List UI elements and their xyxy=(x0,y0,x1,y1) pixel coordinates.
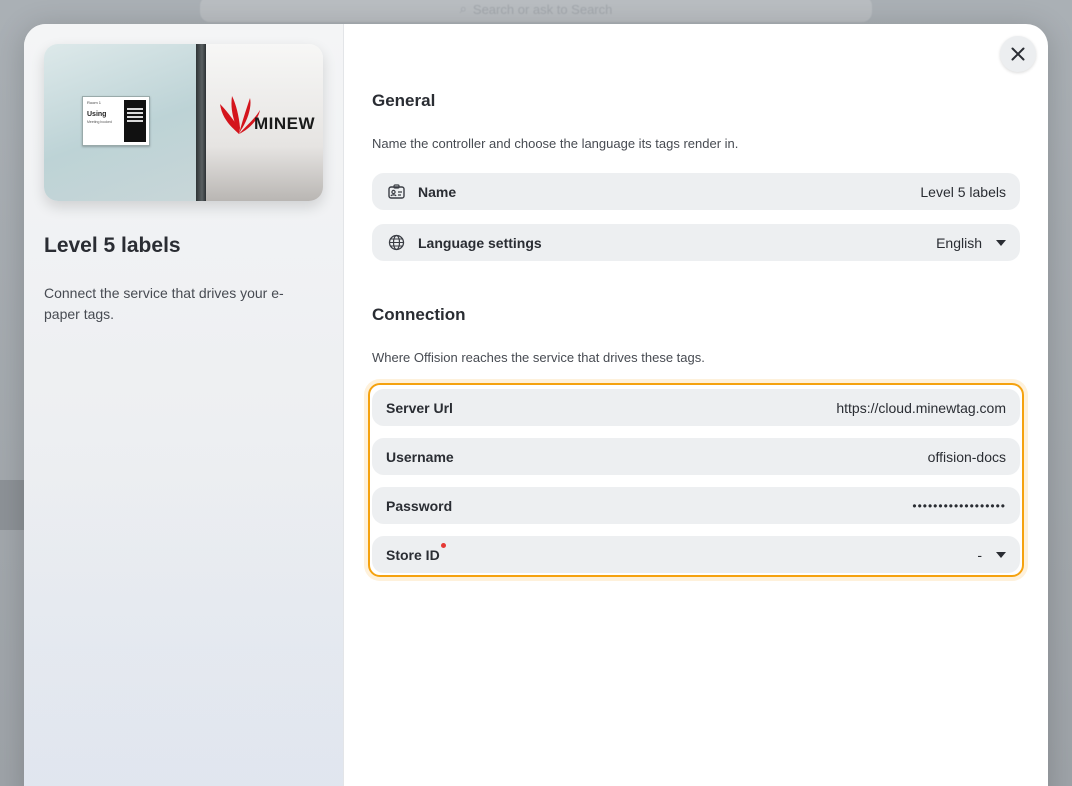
connection-section-description: Where Offision reaches the service that … xyxy=(372,350,705,365)
name-field[interactable]: Name Level 5 labels xyxy=(372,173,1020,210)
modal-main: General Name the controller and choose t… xyxy=(344,24,1048,786)
controller-description: Connect the service that drives your e-p… xyxy=(44,285,284,322)
store-id-select[interactable]: Store ID - xyxy=(372,536,1020,573)
language-value: English xyxy=(936,234,982,251)
search-icon: ⌕ xyxy=(459,1,467,16)
background-search-bar: ⌕ Search or ask to Search xyxy=(200,0,872,22)
language-settings-label: Language settings xyxy=(418,234,542,251)
username-label: Username xyxy=(386,448,454,465)
minew-logo: MINEW xyxy=(216,92,315,136)
store-id-label: Store ID xyxy=(386,546,440,563)
qr-code-icon xyxy=(124,100,146,142)
controller-title: Level 5 labels xyxy=(44,234,181,257)
hero-tag-scene: Room 1 Using Meeting booked xyxy=(44,44,196,201)
e-paper-tag: Room 1 Using Meeting booked xyxy=(82,96,150,146)
password-value[interactable]: •••••••••••••••••• xyxy=(912,499,1006,513)
chevron-down-icon[interactable] xyxy=(996,551,1006,558)
minew-logo-text: MINEW xyxy=(254,114,316,133)
language-settings-select[interactable]: Language settings English xyxy=(372,224,1020,261)
globe-icon xyxy=(386,233,406,253)
modal-sidebar: Room 1 Using Meeting booked MINEW Level … xyxy=(24,24,344,786)
background-search-placeholder: Search or ask to Search xyxy=(472,1,613,17)
close-button[interactable] xyxy=(1000,36,1036,72)
server-url-label: Server Url xyxy=(386,399,453,416)
server-url-field[interactable]: Server Url https://cloud.minewtag.com xyxy=(372,389,1020,426)
background-panel-edge xyxy=(0,480,24,530)
name-value[interactable]: Level 5 labels xyxy=(920,184,1006,200)
hero-brand-scene: MINEW xyxy=(206,44,323,201)
password-field[interactable]: Password •••••••••••••••••• xyxy=(372,487,1020,524)
hero-image: Room 1 Using Meeting booked MINEW xyxy=(44,44,323,201)
username-field[interactable]: Username offision-docs xyxy=(372,438,1020,475)
close-icon xyxy=(1011,47,1025,61)
server-url-value[interactable]: https://cloud.minewtag.com xyxy=(836,400,1006,416)
hero-divider xyxy=(196,44,206,201)
general-section-description: Name the controller and choose the langu… xyxy=(372,136,739,151)
name-label: Name xyxy=(418,183,457,200)
password-label: Password xyxy=(386,497,453,514)
controller-settings-modal: Room 1 Using Meeting booked MINEW Level … xyxy=(24,24,1048,786)
chevron-down-icon[interactable] xyxy=(996,239,1006,246)
store-id-value: - xyxy=(977,546,982,563)
connection-section-title: Connection xyxy=(372,305,466,324)
username-value[interactable]: offision-docs xyxy=(928,449,1006,465)
required-indicator xyxy=(440,543,446,548)
general-section-title: General xyxy=(372,91,436,110)
id-card-icon xyxy=(386,182,406,202)
